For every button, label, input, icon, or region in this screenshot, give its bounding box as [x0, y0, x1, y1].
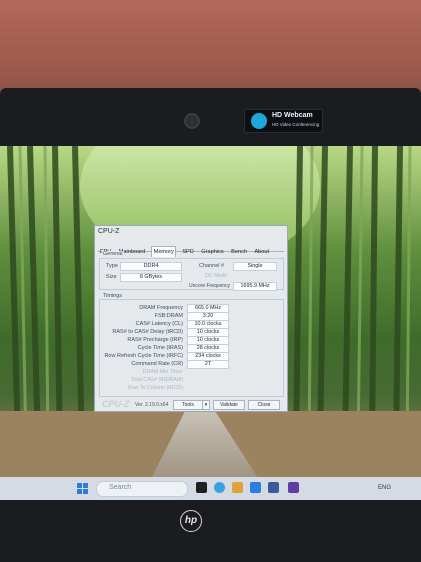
cpuz-window: CPU-Z CPU Mainboard Memory SPD Graphics … [94, 225, 288, 412]
timing-label: RAS# Precharge (tRP) [127, 337, 183, 343]
windows-start-icon[interactable] [77, 483, 88, 494]
window-title: CPU-Z [98, 228, 120, 235]
screen: CPU-Z CPU Mainboard Memory SPD Graphics … [0, 146, 421, 500]
app-icon[interactable] [268, 482, 279, 493]
uncore-label: Uncore Frequency [189, 283, 231, 289]
tab-bar: CPU Mainboard Memory SPD Graphics Bench … [98, 240, 284, 257]
video-camera-icon [251, 113, 267, 129]
cpuz-brand: CPU-Z [102, 399, 130, 409]
uncore-value: 1695.9 MHz [233, 282, 277, 291]
window-footer: CPU-Z Ver. 2.19.0.x64 Tools ▾ Validate C… [95, 398, 287, 411]
webcam-sticker: HD Webcam HD Video Conferencing [244, 109, 323, 133]
type-label: Type [106, 263, 118, 269]
file-explorer-icon[interactable] [232, 482, 243, 493]
taskbar [0, 477, 421, 500]
size-label: Size [106, 274, 117, 280]
tab-graphics[interactable]: Graphics [200, 247, 225, 257]
timing-label: Command Rate (CR) [131, 361, 183, 367]
dc-mode-label: DC Mode [205, 273, 228, 279]
tab-about[interactable]: About [253, 247, 271, 257]
timing-label: DRAM Idle Timer [142, 369, 183, 375]
hp-logo: hp [180, 510, 202, 532]
store-icon[interactable] [250, 482, 261, 493]
timing-label: CAS# Latency (CL) [135, 321, 183, 327]
cpuz-taskbar-icon[interactable] [288, 482, 299, 493]
size-value: 8 GBytes [120, 273, 182, 282]
timing-label: Row Refresh Cycle Time (tRFC) [104, 353, 183, 359]
tab-memory[interactable]: Memory [151, 246, 177, 257]
edge-icon[interactable] [214, 482, 225, 493]
validate-button[interactable]: Validate [213, 400, 245, 410]
wall-background [0, 0, 421, 95]
timing-label: DRAM Frequency [139, 305, 183, 311]
tab-bench[interactable]: Bench [230, 247, 249, 257]
timing-label: Cycle Time (tRAS) [137, 345, 183, 351]
timing-label: Row To Column (tRCD) [127, 385, 183, 391]
timing-label: RAS# to CAS# Delay (tRCD) [112, 329, 183, 335]
version-label: Ver. 2.19.0.x64 [135, 402, 169, 408]
search-placeholder: Search [109, 484, 132, 491]
timing-label: FSB:DRAM [154, 313, 183, 319]
timings-group-label: Timings [102, 293, 124, 299]
tab-spd[interactable]: SPD [181, 247, 196, 257]
timing-label: Total CAS# (tRDRAM) [130, 377, 183, 383]
timing-value: 2T [187, 360, 229, 369]
tools-button[interactable]: Tools [173, 400, 203, 410]
taskbar-search[interactable]: Search [96, 481, 188, 497]
channel-label: Channel # [199, 263, 225, 269]
tools-dropdown-icon[interactable]: ▾ [202, 400, 210, 410]
close-button[interactable]: Close [248, 400, 280, 410]
sticker-subtitle: HD Video Conferencing [272, 122, 320, 127]
taskview-icon[interactable] [196, 482, 207, 493]
sticker-title: HD Webcam [272, 112, 313, 119]
type-value: DDR4 [120, 262, 182, 271]
webcam-lens [184, 113, 200, 129]
general-group-label: General [102, 251, 124, 257]
channel-value: Single [233, 262, 277, 271]
system-tray-text[interactable]: ENG [378, 485, 391, 491]
